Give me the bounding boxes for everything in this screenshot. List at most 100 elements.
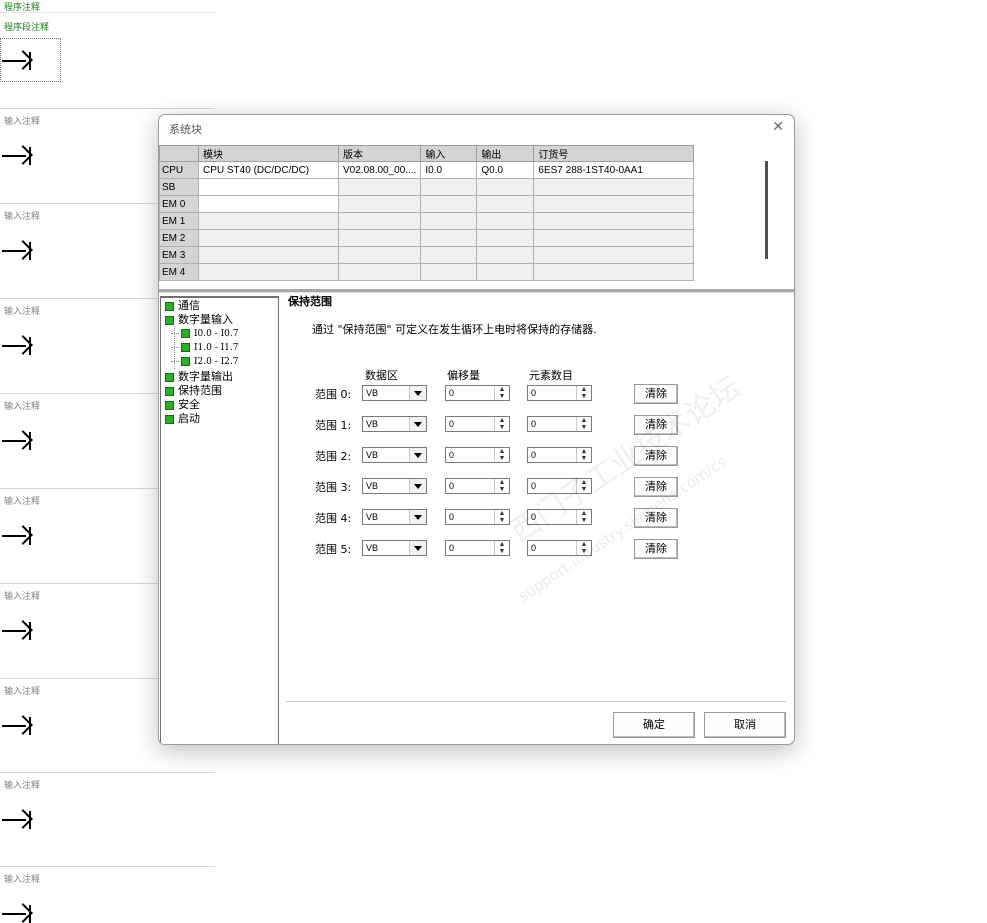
table-row[interactable]: SB <box>159 178 695 196</box>
clear-button[interactable]: 清除 <box>634 477 678 497</box>
table-cell[interactable] <box>420 229 478 247</box>
spinner-arrows-icon[interactable]: ▲ ▼ <box>494 417 509 431</box>
chevron-down-icon[interactable] <box>409 417 426 431</box>
clear-button[interactable]: 清除 <box>634 384 678 404</box>
clear-button[interactable]: 清除 <box>634 446 678 466</box>
offset-stepper[interactable]: 0 ▲ ▼ <box>445 509 510 525</box>
tree-item[interactable]: 数字量输出 <box>165 371 233 383</box>
tree-subitem[interactable]: I0.0 - I0.7 <box>171 329 239 339</box>
table-cell[interactable] <box>476 229 535 247</box>
table-cell[interactable]: 6ES7 288-1ST40-0AA1 <box>533 161 695 179</box>
table-cell[interactable] <box>420 263 478 281</box>
table-cell[interactable] <box>533 212 695 230</box>
data-area-select[interactable]: VB <box>362 385 427 401</box>
data-area-select[interactable]: VB <box>362 416 427 432</box>
chevron-down-icon[interactable] <box>409 479 426 493</box>
table-cell[interactable] <box>420 195 478 213</box>
table-cell[interactable] <box>420 178 478 196</box>
table-cell[interactable] <box>533 246 695 264</box>
table-cell[interactable] <box>476 178 535 196</box>
clear-button[interactable]: 清除 <box>634 415 678 435</box>
spinner-arrows-icon[interactable]: ▲ ▼ <box>494 448 509 462</box>
table-cell[interactable] <box>198 212 339 230</box>
table-cell[interactable] <box>476 246 535 264</box>
clear-button[interactable]: 清除 <box>634 539 678 559</box>
count-stepper[interactable]: 0 ▲ ▼ <box>527 416 592 432</box>
tree-item[interactable]: 保持范围 <box>165 385 222 397</box>
spinner-arrows-icon[interactable]: ▲ ▼ <box>576 541 591 555</box>
table-cell[interactable] <box>337 178 422 196</box>
chevron-down-icon[interactable] <box>409 541 426 555</box>
table-scrollbar[interactable] <box>765 161 768 259</box>
network-comment[interactable]: 输入注释 <box>4 494 40 507</box>
table-cell[interactable] <box>337 195 422 213</box>
spinner-arrows-icon[interactable]: ▲ ▼ <box>576 479 591 493</box>
tree-subitem[interactable]: I2.0 - I2.7 <box>171 357 239 367</box>
network-comment[interactable]: 输入注释 <box>4 209 40 222</box>
tree-subitem[interactable]: I1.0 - I1.7 <box>171 343 239 353</box>
offset-stepper[interactable]: 0 ▲ ▼ <box>445 478 510 494</box>
table-row[interactable]: EM 0 <box>159 195 695 213</box>
tree-item[interactable]: 通信 <box>165 300 200 312</box>
table-cell[interactable] <box>476 195 535 213</box>
tree-item[interactable]: 启动 <box>165 413 200 425</box>
table-cell[interactable] <box>533 178 695 196</box>
table-cell[interactable] <box>198 246 339 264</box>
table-row[interactable]: EM 2 <box>159 229 695 247</box>
spinner-arrows-icon[interactable]: ▲ ▼ <box>576 386 591 400</box>
cancel-button[interactable]: 取消 <box>704 712 786 738</box>
network-comment[interactable]: 输入注释 <box>4 872 40 885</box>
table-cell[interactable] <box>533 263 695 281</box>
table-row[interactable]: EM 4 <box>159 263 695 281</box>
segment-comment[interactable]: 程序段注释 <box>4 20 49 33</box>
offset-stepper[interactable]: 0 ▲ ▼ <box>445 540 510 556</box>
table-cell[interactable]: CPU ST40 (DC/DC/DC) <box>198 161 339 179</box>
chevron-down-icon[interactable] <box>409 510 426 524</box>
data-area-select[interactable]: VB <box>362 478 427 494</box>
pane-splitter[interactable] <box>159 289 794 293</box>
data-area-select[interactable]: VB <box>362 540 427 556</box>
table-cell[interactable] <box>533 229 695 247</box>
spinner-arrows-icon[interactable]: ▲ ▼ <box>576 417 591 431</box>
offset-stepper[interactable]: 0 ▲ ▼ <box>445 416 510 432</box>
table-cell[interactable]: Q0.0 <box>476 161 535 179</box>
count-stepper[interactable]: 0 ▲ ▼ <box>527 385 592 401</box>
network-comment[interactable]: 输入注释 <box>4 114 40 127</box>
table-cell[interactable] <box>198 195 339 213</box>
table-cell[interactable] <box>533 195 695 213</box>
network-comment[interactable]: 输入注释 <box>4 778 40 791</box>
count-stepper[interactable]: 0 ▲ ▼ <box>527 509 592 525</box>
spinner-arrows-icon[interactable]: ▲ ▼ <box>494 479 509 493</box>
offset-stepper[interactable]: 0 ▲ ▼ <box>445 447 510 463</box>
data-area-select[interactable]: VB <box>362 509 427 525</box>
table-row[interactable]: EM 1 <box>159 212 695 230</box>
chevron-down-icon[interactable] <box>409 386 426 400</box>
count-stepper[interactable]: 0 ▲ ▼ <box>527 478 592 494</box>
count-stepper[interactable]: 0 ▲ ▼ <box>527 540 592 556</box>
table-cell[interactable] <box>476 263 535 281</box>
network-comment[interactable]: 输入注释 <box>4 304 40 317</box>
table-cell[interactable] <box>420 212 478 230</box>
count-stepper[interactable]: 0 ▲ ▼ <box>527 447 592 463</box>
table-cell[interactable] <box>198 229 339 247</box>
table-cell[interactable] <box>198 178 339 196</box>
table-cell[interactable] <box>337 246 422 264</box>
network-comment[interactable]: 输入注释 <box>4 684 40 697</box>
table-cell[interactable] <box>337 263 422 281</box>
spinner-arrows-icon[interactable]: ▲ ▼ <box>494 541 509 555</box>
network-comment[interactable]: 输入注释 <box>4 399 40 412</box>
close-icon[interactable]: ✕ <box>772 119 784 135</box>
table-cell[interactable]: V02.08.00_00.... <box>337 161 422 179</box>
table-cell[interactable] <box>476 212 535 230</box>
offset-stepper[interactable]: 0 ▲ ▼ <box>445 385 510 401</box>
spinner-arrows-icon[interactable]: ▲ ▼ <box>576 448 591 462</box>
data-area-select[interactable]: VB <box>362 447 427 463</box>
table-cell[interactable]: I0.0 <box>420 161 478 179</box>
chevron-down-icon[interactable] <box>409 448 426 462</box>
table-cell[interactable] <box>337 229 422 247</box>
table-cell[interactable] <box>420 246 478 264</box>
network-comment[interactable]: 输入注释 <box>4 589 40 602</box>
spinner-arrows-icon[interactable]: ▲ ▼ <box>576 510 591 524</box>
table-cell[interactable] <box>198 263 339 281</box>
table-row[interactable]: CPU CPU ST40 (DC/DC/DC) V02.08.00_00.... I0… <box>159 161 695 179</box>
